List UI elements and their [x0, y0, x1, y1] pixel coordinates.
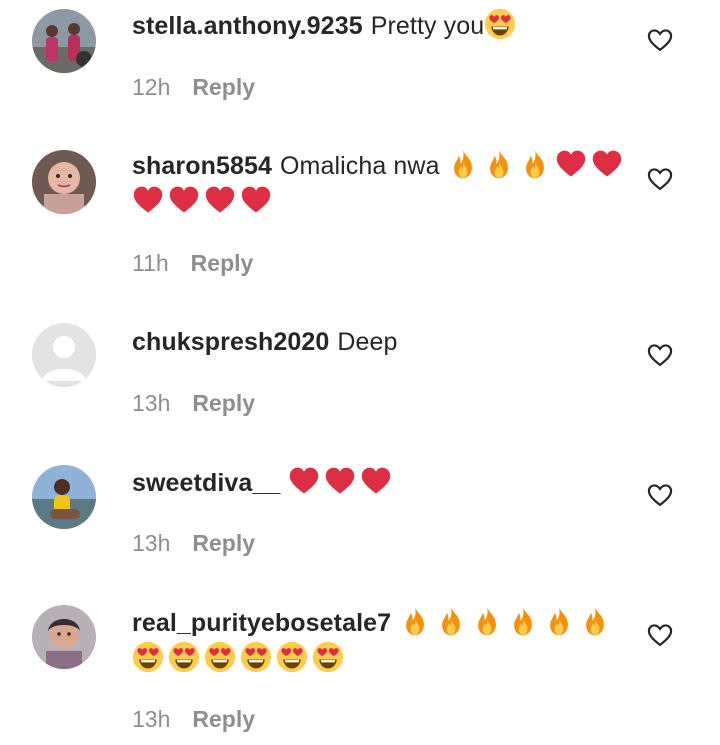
reply-button[interactable]: Reply [192, 390, 255, 416]
avatar[interactable] [32, 323, 96, 387]
comment-body: Omalicha nwa [279, 152, 440, 180]
comment-username[interactable]: real_purityebosetale7 [132, 609, 391, 637]
red-heart-emoji-icon [324, 465, 356, 497]
reply-button[interactable]: Reply [192, 706, 255, 732]
red-heart-emoji-icon [360, 465, 392, 497]
comment-timestamp: 12h [132, 74, 171, 100]
comment-text: sweetdiva__ [132, 465, 632, 501]
comment-timestamp: 13h [132, 390, 171, 416]
fire-emoji-icon [447, 148, 479, 180]
comment-text: stella.anthony.9235 Pretty you [132, 8, 632, 44]
heart-eyes-emoji-icon [312, 641, 344, 673]
red-heart-emoji-icon [168, 184, 200, 216]
comment-timestamp: 11h [132, 250, 169, 276]
comment-meta: 13h Reply [132, 530, 255, 557]
emoji-row [288, 467, 396, 497]
comment-timestamp: 13h [132, 706, 171, 732]
comment-username[interactable]: chukspresh2020 [132, 328, 329, 356]
fire-emoji-icon [543, 605, 575, 637]
fire-emoji-icon [483, 148, 515, 180]
fire-emoji-icon [579, 605, 611, 637]
red-heart-emoji-icon [288, 465, 320, 497]
heart-eyes-emoji-icon [132, 641, 164, 673]
red-heart-emoji-icon [240, 184, 272, 216]
red-heart-emoji-icon [204, 184, 236, 216]
comment-meta: 13h Reply [132, 706, 255, 733]
avatar[interactable] [32, 9, 96, 73]
reply-button[interactable]: Reply [192, 530, 255, 556]
heart-eyes-emoji-icon [240, 641, 272, 673]
comment-text: real_purityebosetale7 [132, 605, 632, 677]
reply-button[interactable]: Reply [191, 250, 254, 276]
like-heart-icon[interactable] [646, 26, 674, 54]
comment-body: Pretty you [370, 12, 485, 40]
fire-emoji-icon [507, 605, 539, 637]
emoji-row [484, 8, 520, 40]
comment-body: Deep [337, 328, 398, 356]
avatar[interactable] [32, 605, 96, 669]
comment-text: sharon5854 Omalicha nwa [132, 148, 632, 220]
comment-username[interactable]: sharon5854 [132, 152, 272, 180]
comment-meta: 11h Reply [132, 250, 253, 277]
like-heart-icon[interactable] [646, 165, 674, 193]
heart-eyes-emoji-icon [168, 641, 200, 673]
fire-emoji-icon [435, 605, 467, 637]
reply-button[interactable]: Reply [192, 74, 255, 100]
red-heart-emoji-icon [591, 148, 623, 180]
fire-emoji-icon [519, 148, 551, 180]
heart-eyes-emoji-icon [484, 8, 516, 40]
red-heart-emoji-icon [132, 184, 164, 216]
comment-username[interactable]: sweetdiva__ [132, 469, 280, 497]
heart-eyes-emoji-icon [276, 641, 308, 673]
comment-text: chukspresh2020 Deep [132, 324, 632, 360]
avatar[interactable] [32, 465, 96, 529]
heart-eyes-emoji-icon [204, 641, 236, 673]
comment-username[interactable]: stella.anthony.9235 [132, 12, 363, 40]
like-heart-icon[interactable] [646, 481, 674, 509]
like-heart-icon[interactable] [646, 621, 674, 649]
avatar[interactable] [32, 150, 96, 214]
red-heart-emoji-icon [555, 148, 587, 180]
comment-timestamp: 13h [132, 530, 171, 556]
fire-emoji-icon [399, 605, 431, 637]
comment-meta: 12h Reply [132, 74, 255, 101]
fire-emoji-icon [471, 605, 503, 637]
comment-meta: 13h Reply [132, 390, 255, 417]
like-heart-icon[interactable] [646, 341, 674, 369]
